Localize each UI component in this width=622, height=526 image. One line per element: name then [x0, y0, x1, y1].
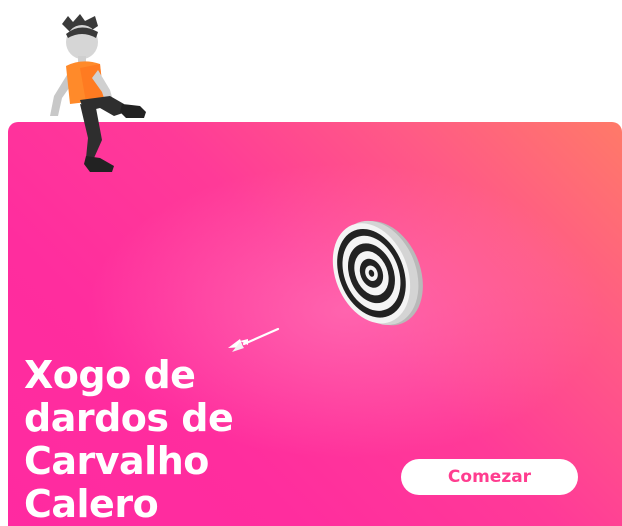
game-intro-screen: Xogo de dardos de Carvalho Calero Comeza…	[0, 0, 622, 526]
dartboard-icon	[332, 220, 423, 326]
game-title: Xogo de dardos de Carvalho Calero	[24, 353, 234, 526]
dart-icon	[228, 327, 280, 352]
boy-sitting-icon	[50, 14, 146, 172]
game-card: Xogo de dardos de Carvalho Calero Comeza…	[8, 122, 622, 526]
start-button[interactable]: Comezar	[401, 459, 578, 495]
